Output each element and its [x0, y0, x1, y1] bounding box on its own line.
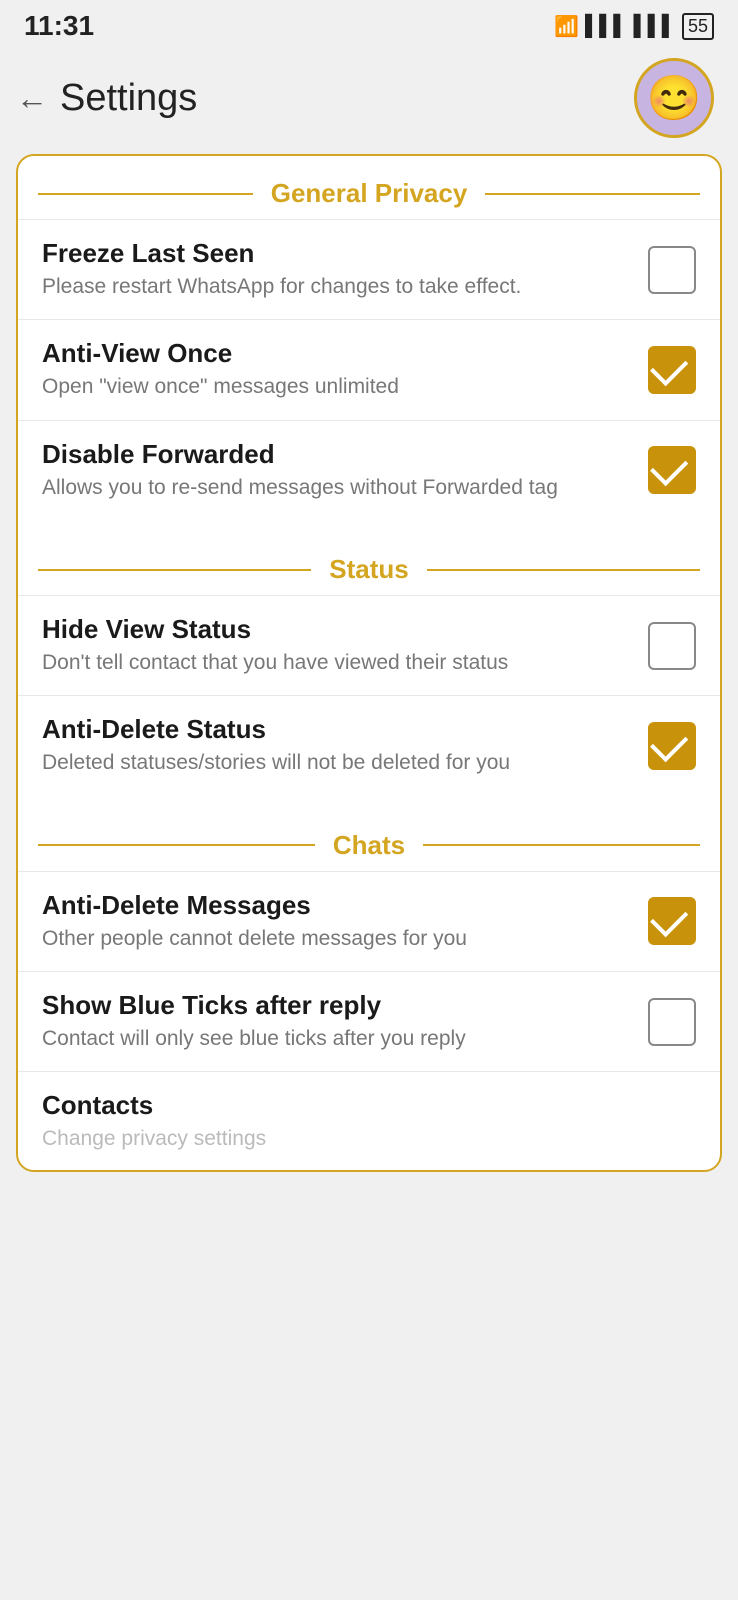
- section-line-chats-left: [38, 844, 315, 846]
- setting-anti-delete-status: Anti-Delete Status Deleted statuses/stor…: [18, 695, 720, 795]
- status-bar: 11:31 📶 ▌▌▌ ▌▌▌ 55: [0, 0, 738, 48]
- setting-text-disable-forwarded: Disable Forwarded Allows you to re-send …: [42, 439, 648, 502]
- setting-label-show-blue-ticks: Show Blue Ticks after reply: [42, 990, 628, 1021]
- checkbox-show-blue-ticks[interactable]: [648, 998, 696, 1046]
- setting-anti-delete-messages: Anti-Delete Messages Other people cannot…: [18, 871, 720, 971]
- setting-text-show-blue-ticks: Show Blue Ticks after reply Contact will…: [42, 990, 648, 1053]
- checkbox-freeze-last-seen[interactable]: [648, 246, 696, 294]
- setting-text-freeze: Freeze Last Seen Please restart WhatsApp…: [42, 238, 648, 301]
- section-line-status-left: [38, 569, 311, 571]
- setting-desc-hide-view-status: Don't tell contact that you have viewed …: [42, 649, 628, 677]
- setting-disable-forwarded: Disable Forwarded Allows you to re-send …: [18, 420, 720, 520]
- status-icons: 📶 ▌▌▌ ▌▌▌ 55: [554, 13, 714, 40]
- section-header-general-privacy: General Privacy: [18, 156, 720, 219]
- avatar[interactable]: 😊: [634, 58, 714, 138]
- checkbox-anti-delete-messages[interactable]: [648, 897, 696, 945]
- setting-label-anti-delete-messages: Anti-Delete Messages: [42, 890, 628, 921]
- setting-desc-anti-delete-messages: Other people cannot delete messages for …: [42, 925, 628, 953]
- setting-text-contacts: Contacts Change privacy settings: [42, 1090, 696, 1153]
- status-time: 11:31: [24, 10, 94, 42]
- section-line-status-right: [427, 569, 700, 571]
- setting-text-anti-view: Anti-View Once Open "view once" messages…: [42, 338, 648, 401]
- setting-show-blue-ticks: Show Blue Ticks after reply Contact will…: [18, 971, 720, 1071]
- back-button[interactable]: ←: [16, 80, 48, 117]
- section-line-right: [485, 193, 700, 195]
- section-header-status: Status: [18, 532, 720, 595]
- section-title-general-privacy: General Privacy: [263, 178, 476, 209]
- battery-icon: 55: [682, 13, 714, 40]
- checkbox-anti-delete-status[interactable]: [648, 722, 696, 770]
- setting-label-disable-forwarded: Disable Forwarded: [42, 439, 628, 470]
- setting-desc-freeze: Please restart WhatsApp for changes to t…: [42, 273, 628, 301]
- setting-desc-contacts: Change privacy settings: [42, 1125, 676, 1153]
- setting-anti-view-once: Anti-View Once Open "view once" messages…: [18, 319, 720, 419]
- signal-icon: ▌▌▌: [585, 15, 628, 38]
- setting-desc-anti-delete-status: Deleted statuses/stories will not be del…: [42, 749, 628, 777]
- setting-desc-show-blue-ticks: Contact will only see blue ticks after y…: [42, 1025, 628, 1053]
- setting-text-anti-delete-status: Anti-Delete Status Deleted statuses/stor…: [42, 714, 648, 777]
- section-header-chats: Chats: [18, 808, 720, 871]
- setting-label-anti-delete-status: Anti-Delete Status: [42, 714, 628, 745]
- page-title: Settings: [60, 77, 197, 120]
- section-line-chats-right: [423, 844, 700, 846]
- section-line-left: [38, 193, 253, 195]
- section-title-chats: Chats: [325, 830, 413, 861]
- setting-text-hide-view-status: Hide View Status Don't tell contact that…: [42, 614, 648, 677]
- avatar-emoji: 😊: [647, 72, 702, 124]
- setting-label-anti-view: Anti-View Once: [42, 338, 628, 369]
- header-left: ← Settings: [16, 77, 197, 120]
- main-card: General Privacy Freeze Last Seen Please …: [16, 154, 722, 1172]
- setting-label-freeze: Freeze Last Seen: [42, 238, 628, 269]
- setting-label-hide-view-status: Hide View Status: [42, 614, 628, 645]
- setting-label-contacts: Contacts: [42, 1090, 676, 1121]
- checkbox-disable-forwarded[interactable]: [648, 446, 696, 494]
- setting-desc-disable-forwarded: Allows you to re-send messages without F…: [42, 474, 628, 502]
- setting-hide-view-status: Hide View Status Don't tell contact that…: [18, 595, 720, 695]
- signal-icon-2: ▌▌▌: [633, 15, 676, 38]
- checkbox-anti-view-once[interactable]: [648, 346, 696, 394]
- setting-freeze-last-seen: Freeze Last Seen Please restart WhatsApp…: [18, 219, 720, 319]
- header: ← Settings 😊: [0, 48, 738, 154]
- section-title-status: Status: [321, 554, 416, 585]
- setting-desc-anti-view: Open "view once" messages unlimited: [42, 373, 628, 401]
- wifi-icon: 📶: [554, 14, 579, 39]
- setting-contacts: Contacts Change privacy settings: [18, 1071, 720, 1159]
- setting-text-anti-delete-messages: Anti-Delete Messages Other people cannot…: [42, 890, 648, 953]
- checkbox-hide-view-status[interactable]: [648, 622, 696, 670]
